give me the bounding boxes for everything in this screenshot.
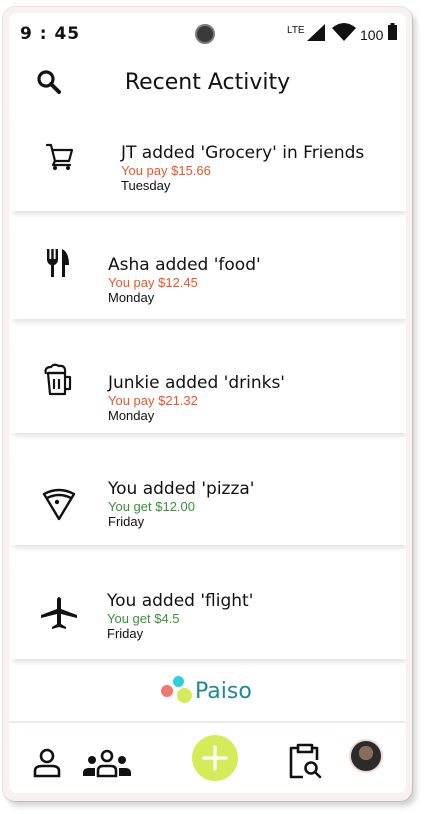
add-button[interactable] (192, 735, 238, 781)
cart-icon (45, 143, 74, 170)
activity-title: JT added 'Grocery' in Friends (121, 143, 365, 163)
screen: 9 : 45 LTE 100 Recent Activity JT added … (9, 13, 406, 793)
clipboard-search-icon[interactable] (287, 743, 323, 781)
pizza-icon (42, 488, 76, 521)
group-icon[interactable] (81, 749, 133, 779)
phone-frame: 9 : 45 LTE 100 Recent Activity JT added … (3, 7, 412, 801)
fork-knife-icon (47, 249, 69, 277)
avatar[interactable] (349, 739, 383, 773)
activity-day: Friday (107, 626, 144, 641)
activity-title: Asha added 'food' (108, 255, 261, 275)
brand-name: Paiso (195, 679, 252, 704)
logo-dot-icon (161, 685, 173, 697)
logo-dot-icon (177, 688, 192, 703)
logo-dot-icon (173, 676, 184, 687)
activity-amount: You get $12.00 (108, 499, 195, 514)
activity-title: You added 'pizza' (108, 479, 255, 499)
activity-title: You added 'flight' (107, 591, 254, 611)
page-title: Recent Activity (124, 70, 291, 95)
app-header: Recent Activity (9, 53, 406, 109)
battery-icon (388, 23, 397, 40)
status-bar: 9 : 45 LTE 100 (9, 13, 406, 49)
add-icon (202, 745, 228, 771)
activity-item[interactable]: Junkie added 'drinks' You pay $21.32 Mon… (11, 335, 406, 433)
camera-icon (195, 24, 215, 44)
network-label: LTE (287, 25, 305, 36)
battery-percent: 100 (360, 27, 384, 43)
person-icon[interactable] (32, 747, 62, 779)
activity-amount: You pay $15.66 (121, 163, 211, 178)
activity-amount: You pay $12.45 (108, 275, 198, 290)
activity-day: Friday (108, 514, 145, 529)
activity-day: Tuesday (121, 178, 171, 193)
activity-day: Monday (108, 408, 155, 423)
activity-title: Junkie added 'drinks' (108, 373, 285, 393)
airplane-icon (41, 597, 77, 629)
activity-item[interactable]: You added 'pizza' You get $12.00 Friday (11, 447, 406, 545)
activity-item[interactable]: Asha added 'food' You pay $12.45 Monday (11, 221, 406, 319)
activity-item[interactable]: JT added 'Grocery' in Friends You pay $1… (11, 113, 406, 211)
status-time: 9 : 45 (20, 24, 81, 44)
activity-amount: You get $4.5 (107, 611, 180, 626)
activity-day: Monday (108, 290, 155, 305)
beer-mug-icon (44, 363, 72, 396)
bottom-nav (9, 721, 406, 793)
wifi-icon (332, 23, 356, 41)
activity-amount: You pay $21.32 (108, 393, 198, 408)
activity-item[interactable]: You added 'flight' You get $4.5 Friday (11, 561, 406, 659)
signal-icon (307, 24, 325, 41)
